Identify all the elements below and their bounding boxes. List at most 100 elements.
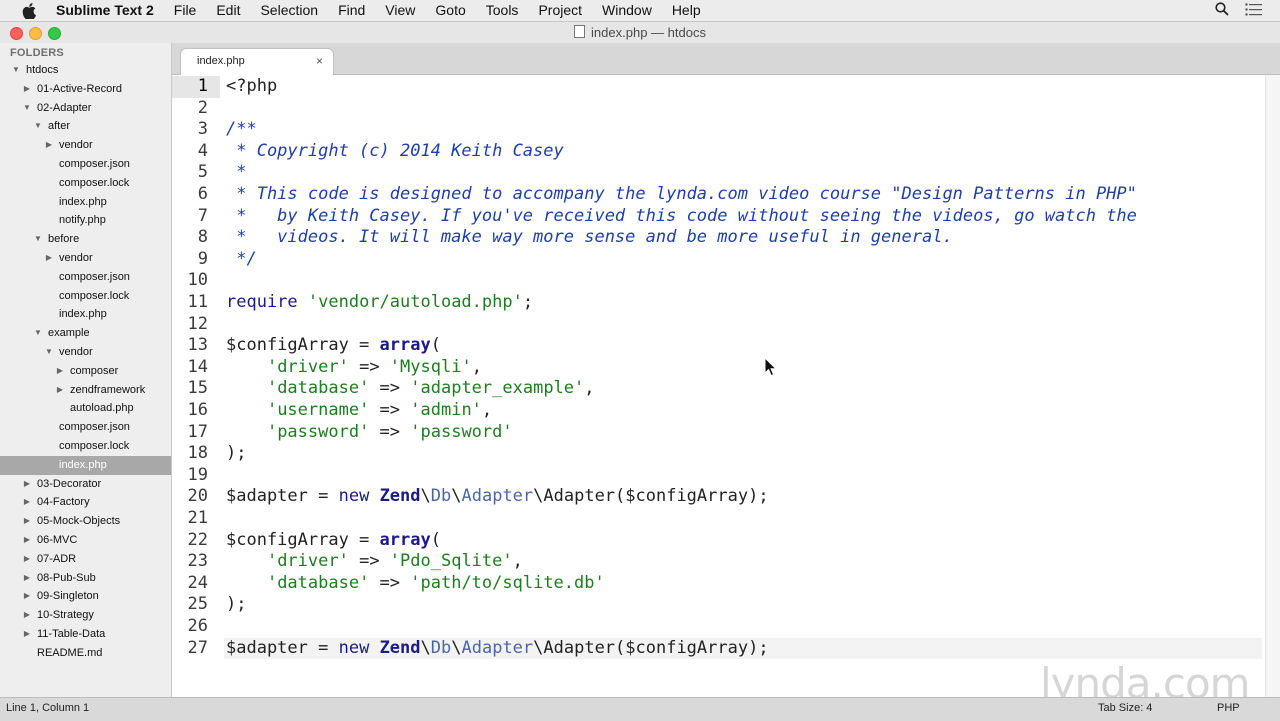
disclosure-closed-icon[interactable]: ▶ xyxy=(22,587,32,606)
sidebar-item-label: composer.lock xyxy=(59,289,130,302)
code-token: => xyxy=(369,421,411,442)
sidebar-folder-item[interactable]: ▶ 10-Strategy xyxy=(0,606,171,625)
disclosure-open-icon[interactable]: ▼ xyxy=(44,343,54,362)
sidebar-folder-item[interactable]: ▶ vendor xyxy=(0,136,171,155)
code-token: */ xyxy=(226,248,257,269)
tab-index-php[interactable]: index.php × xyxy=(180,48,334,76)
disclosure-closed-icon[interactable]: ▶ xyxy=(22,512,32,531)
line-number: 5 xyxy=(197,162,208,183)
syntax-mode[interactable]: PHP xyxy=(1217,698,1240,718)
code-token: Db xyxy=(430,486,452,507)
sidebar-item-label: htdocs xyxy=(26,64,59,76)
sidebar-folder-item[interactable]: ▶ 07-ADR xyxy=(0,550,171,569)
menu-selection[interactable]: Selection xyxy=(250,0,328,21)
menu-goto[interactable]: Goto xyxy=(425,0,475,21)
line-number: 25 xyxy=(187,594,208,615)
sidebar-item-label: composer.json xyxy=(59,270,130,283)
apple-logo-icon[interactable] xyxy=(20,0,38,21)
sidebar-file-item[interactable]: index.php xyxy=(0,193,171,212)
disclosure-closed-icon[interactable]: ▶ xyxy=(22,569,32,588)
sidebar-folder-item[interactable]: ▼ after xyxy=(0,117,171,136)
line-number: 18 xyxy=(187,443,208,464)
sidebar-file-item[interactable]: composer.json xyxy=(0,418,171,437)
line-number: 21 xyxy=(187,508,208,528)
sidebar-folder-item[interactable]: ▶ 01-Active-Record xyxy=(0,80,171,99)
sidebar-file-item[interactable]: composer.json xyxy=(0,268,171,287)
menu-window[interactable]: Window xyxy=(592,0,662,21)
notification-list-icon[interactable] xyxy=(1245,2,1262,19)
disclosure-open-icon[interactable]: ▼ xyxy=(33,117,43,136)
disclosure-closed-icon[interactable]: ▶ xyxy=(22,625,32,644)
window-title-text: index.php — htdocs xyxy=(591,25,706,40)
sidebar-folder-item[interactable]: ▶ 03-Decorator xyxy=(0,475,171,494)
disclosure-closed-icon[interactable]: ▶ xyxy=(22,606,32,625)
sidebar-folder-item[interactable]: ▶ 06-MVC xyxy=(0,531,171,550)
sidebar-file-item[interactable]: index.php xyxy=(0,455,171,475)
sidebar-file-item[interactable]: composer.lock xyxy=(0,437,171,456)
disclosure-closed-icon[interactable]: ▶ xyxy=(55,362,65,381)
menu-edit[interactable]: Edit xyxy=(206,0,250,21)
line-number-gutter: 1 2 3 4 5 6 7 8 9 10 11 12 13 14 15 16 17 18 19 20 21 22 23 24 2… xyxy=(172,75,220,697)
sidebar-folder-item[interactable]: ▶ 04-Factory xyxy=(0,493,171,512)
disclosure-open-icon[interactable]: ▼ xyxy=(11,61,21,80)
sidebar-folder-item[interactable]: ▶ 09-Singleton xyxy=(0,587,171,606)
sidebar-folder-item[interactable]: ▶ 05-Mock-Objects xyxy=(0,512,171,531)
code-line: $configArray = array( xyxy=(226,530,441,552)
sidebar-item-label: index.php xyxy=(59,195,107,208)
disclosure-closed-icon[interactable]: ▶ xyxy=(22,475,32,494)
tab-close-icon[interactable]: × xyxy=(316,49,323,73)
sidebar-file-item[interactable]: composer.json xyxy=(0,155,171,174)
sidebar-folder-item[interactable]: ▶ zendframework xyxy=(0,381,171,400)
code-token: * xyxy=(226,162,247,183)
menu-help[interactable]: Help xyxy=(662,0,711,21)
sidebar-folder-item[interactable]: ▼ example xyxy=(0,324,171,343)
menu-file[interactable]: File xyxy=(164,0,207,21)
line-number: 24 xyxy=(187,572,208,593)
disclosure-open-icon[interactable]: ▼ xyxy=(22,99,32,118)
tab-size[interactable]: Tab Size: 4 xyxy=(1098,698,1152,718)
disclosure-closed-icon[interactable]: ▶ xyxy=(55,381,65,400)
line-number: 8 xyxy=(197,227,208,248)
sidebar-file-item[interactable]: index.php xyxy=(0,305,171,324)
sidebar-folder-item[interactable]: ▼ vendor xyxy=(0,343,171,362)
code-token: ( xyxy=(430,335,441,356)
sidebar-file-item[interactable]: README.md xyxy=(0,644,171,663)
sidebar-folder-item[interactable]: ▼ htdocs xyxy=(0,61,171,80)
sidebar-folder-item[interactable]: ▼ 02-Adapter xyxy=(0,99,171,118)
code-token: $adapter = xyxy=(226,637,339,658)
sidebar-file-item[interactable]: composer.lock xyxy=(0,287,171,306)
window-title: index.php — htdocs xyxy=(0,22,1280,43)
disclosure-closed-icon[interactable]: ▶ xyxy=(22,550,32,569)
vertical-scrollbar[interactable] xyxy=(1265,75,1280,697)
tab-bar: index.php × xyxy=(172,43,1280,76)
disclosure-open-icon[interactable]: ▼ xyxy=(33,324,43,343)
code-line: $configArray = array( xyxy=(226,335,441,357)
sidebar-item-label: 05-Mock-Objects xyxy=(37,515,121,528)
disclosure-open-icon[interactable]: ▼ xyxy=(33,230,43,249)
tab-label: index.php xyxy=(197,55,245,67)
sidebar-file-item[interactable]: notify.php xyxy=(0,211,171,230)
code-token: \ xyxy=(420,486,431,507)
disclosure-closed-icon[interactable]: ▶ xyxy=(44,249,54,268)
disclosure-closed-icon[interactable]: ▶ xyxy=(22,80,32,99)
code-editor[interactable]: 1 2 3 4 5 6 7 8 9 10 11 12 13 14 15 16 17 18 19 20 21 22 23 24 2… xyxy=(172,75,1280,697)
sidebar-folder-item[interactable]: ▶ 08-Pub-Sub xyxy=(0,569,171,588)
sidebar-folder-item[interactable]: ▶ 11-Table-Data xyxy=(0,625,171,644)
menu-app-name[interactable]: Sublime Text 2 xyxy=(52,0,164,21)
spotlight-search-icon[interactable] xyxy=(1215,2,1229,19)
menu-find[interactable]: Find xyxy=(328,0,375,21)
disclosure-closed-icon[interactable]: ▶ xyxy=(44,136,54,155)
disclosure-closed-icon[interactable]: ▶ xyxy=(22,493,32,512)
menu-tools[interactable]: Tools xyxy=(476,0,529,21)
sidebar-file-item[interactable]: autoload.php xyxy=(0,399,171,418)
sidebar-file-item[interactable]: composer.lock xyxy=(0,174,171,193)
menu-view[interactable]: View xyxy=(375,0,425,21)
sidebar-folder-item[interactable]: ▶ composer xyxy=(0,362,171,381)
sidebar-folder-item[interactable]: ▼ before xyxy=(0,230,171,249)
disclosure-closed-icon[interactable]: ▶ xyxy=(22,531,32,550)
line-number: 16 xyxy=(187,400,208,420)
line-number: 4 xyxy=(197,140,208,161)
menu-project[interactable]: Project xyxy=(528,0,592,21)
sidebar-folder-item[interactable]: ▶ vendor xyxy=(0,249,171,268)
